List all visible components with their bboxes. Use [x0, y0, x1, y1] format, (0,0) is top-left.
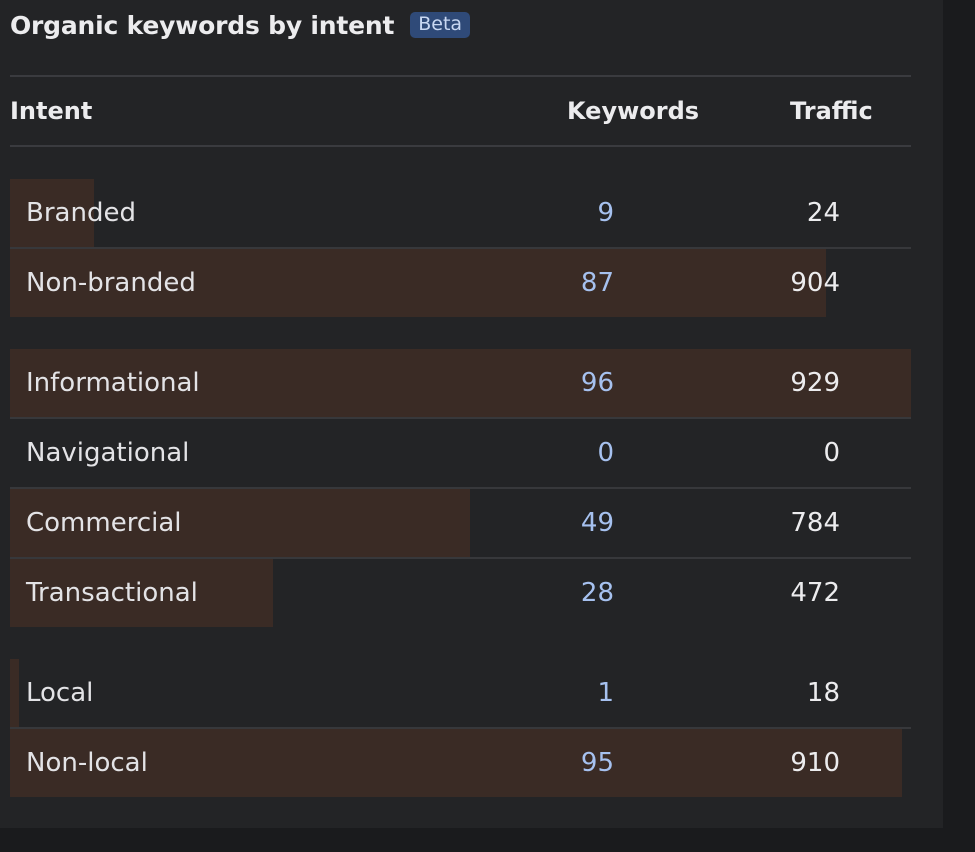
traffic-value: 929 — [790, 368, 840, 398]
table-row-informational[interactable]: Informational 96 929 — [10, 349, 911, 419]
intent-label: Local — [26, 678, 94, 708]
traffic-share-bar — [10, 659, 19, 727]
traffic-value: 784 — [790, 508, 840, 538]
traffic-value: 910 — [790, 748, 840, 778]
table-row-non-branded[interactable]: Non-branded 87 904 — [10, 249, 911, 317]
table-row-local[interactable]: Local 1 18 — [10, 659, 911, 729]
traffic-value: 472 — [790, 578, 840, 608]
table-row-commercial[interactable]: Commercial 49 784 — [10, 489, 911, 559]
intent-label: Transactional — [26, 578, 198, 608]
traffic-value: 24 — [806, 198, 840, 228]
intent-label: Informational — [26, 368, 200, 398]
keywords-count-link[interactable]: 96 — [581, 349, 614, 417]
table-row-transactional[interactable]: Transactional 28 472 — [10, 559, 911, 627]
traffic-value: 0 — [823, 438, 840, 468]
organic-keywords-by-intent-panel: Organic keywords by intent Beta Intent K… — [0, 0, 943, 828]
table-row-navigational[interactable]: Navigational 0 0 — [10, 419, 911, 489]
column-header-traffic[interactable]: Traffic — [790, 92, 873, 130]
keywords-count-link[interactable]: 1 — [597, 659, 614, 727]
keywords-count-link[interactable]: 87 — [581, 249, 614, 317]
keywords-count-link[interactable]: 49 — [581, 489, 614, 557]
header-bottom-divider — [10, 145, 911, 147]
column-header-keywords[interactable]: Keywords — [567, 92, 699, 130]
keywords-count-link[interactable]: 9 — [597, 179, 614, 247]
header-top-divider — [10, 75, 911, 77]
widget-title: Organic keywords by intent — [10, 10, 395, 40]
intent-label: Non-local — [26, 748, 148, 778]
table-row-non-local[interactable]: Non-local 95 910 — [10, 729, 911, 797]
keywords-count-link[interactable]: 95 — [581, 729, 614, 797]
beta-badge: Beta — [410, 12, 471, 38]
column-header-intent[interactable]: Intent — [10, 92, 92, 130]
intent-label: Non-branded — [26, 268, 196, 298]
widget-header: Organic keywords by intent Beta — [10, 8, 471, 42]
table-row-branded[interactable]: Branded 9 24 — [10, 179, 911, 249]
traffic-value: 18 — [806, 678, 840, 708]
keywords-count-link[interactable]: 0 — [597, 419, 614, 487]
keywords-count-link[interactable]: 28 — [581, 559, 614, 627]
intent-label: Navigational — [26, 438, 190, 468]
intent-label: Branded — [26, 198, 136, 228]
traffic-value: 904 — [790, 268, 840, 298]
intent-label: Commercial — [26, 508, 182, 538]
